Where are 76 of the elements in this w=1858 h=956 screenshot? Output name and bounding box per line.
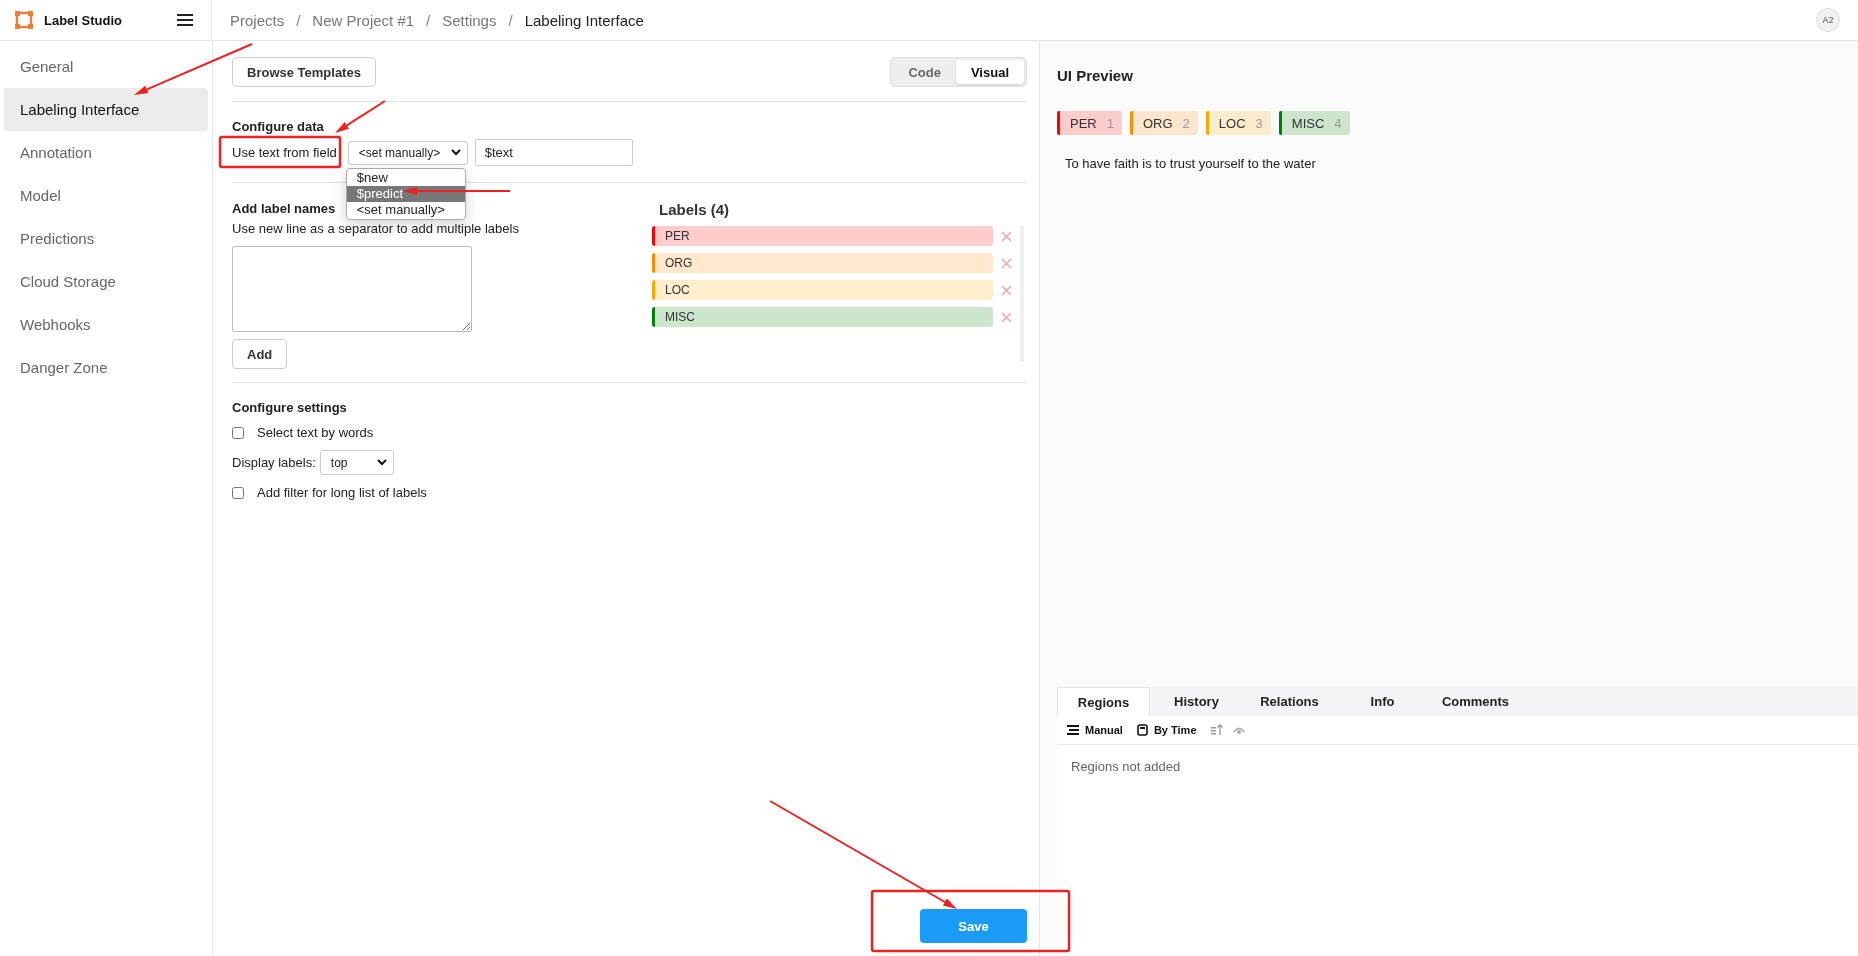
breadcrumb-separator: / bbox=[508, 11, 513, 29]
field-label: Display labels: bbox=[232, 455, 316, 470]
delete-button[interactable] bbox=[999, 228, 1014, 244]
browse-templates-button[interactable]: Browse Templates bbox=[232, 57, 376, 87]
hotkey-number: 4 bbox=[1334, 115, 1342, 131]
panel-tab[interactable]: Info bbox=[1336, 687, 1429, 716]
sample-text: To have faith is to trust yourself to the water bbox=[1065, 156, 1317, 171]
delete-button[interactable] bbox=[999, 255, 1014, 271]
sidebar-item[interactable]: Labeling Interface bbox=[4, 88, 208, 131]
sidebar-item[interactable]: Danger Zone bbox=[4, 346, 208, 389]
caret-icon bbox=[376, 459, 387, 466]
label-name: MISC bbox=[665, 310, 695, 324]
logo-icon bbox=[15, 11, 33, 29]
view-mode-tab[interactable]: Code bbox=[893, 60, 956, 84]
sidebar-item[interactable]: Model bbox=[4, 174, 208, 217]
panel-tab[interactable]: Relations bbox=[1243, 687, 1336, 716]
field-input[interactable]: $text bbox=[474, 139, 633, 166]
app-title: Label Studio bbox=[44, 12, 122, 28]
section-heading: Configure data bbox=[232, 119, 325, 134]
menu-button[interactable] bbox=[175, 12, 195, 28]
tag-name: ORG bbox=[1142, 115, 1173, 131]
field-select[interactable]: <set manually> bbox=[347, 140, 468, 165]
dropdown-option[interactable]: $predict bbox=[346, 185, 465, 202]
sidebar-item[interactable]: Webhooks bbox=[4, 303, 208, 346]
field-label: Use text from field bbox=[232, 145, 337, 160]
empty-message: Regions not added bbox=[1070, 758, 1182, 776]
label-tag[interactable]: ORG 2 bbox=[1129, 111, 1198, 135]
dropdown-option[interactable]: $new bbox=[346, 169, 465, 186]
tag-name: LOC bbox=[1218, 115, 1246, 131]
caret-icon bbox=[450, 149, 461, 156]
hotkey-number: 3 bbox=[1255, 115, 1263, 131]
sort-button[interactable]: Manual bbox=[1067, 724, 1127, 736]
preview-title: UI Preview bbox=[1057, 67, 1134, 84]
breadcrumb-link[interactable]: Projects bbox=[230, 11, 285, 29]
hotkey-number: 2 bbox=[1182, 115, 1190, 131]
label-names-field[interactable] bbox=[232, 246, 472, 332]
eye-icon bbox=[1232, 725, 1245, 735]
hint-text: Use new line as a separator to add multiple labels bbox=[232, 221, 519, 236]
checkbox[interactable] bbox=[232, 486, 244, 499]
delete-button[interactable] bbox=[999, 309, 1014, 325]
checkbox-label: Add filter for long list of labels bbox=[257, 485, 427, 500]
sort-order-icon bbox=[1210, 724, 1223, 736]
labels-heading: Labels (4) bbox=[659, 201, 731, 218]
dropdown-option[interactable]: <set manually> bbox=[346, 201, 465, 218]
panel-tab[interactable]: Regions bbox=[1057, 687, 1150, 716]
view-mode-tab[interactable]: Visual bbox=[955, 60, 1024, 84]
calendar-icon bbox=[1136, 724, 1148, 736]
tag-name: PER bbox=[1070, 115, 1097, 131]
breadcrumb-link[interactable]: Settings bbox=[442, 11, 497, 29]
sidebar-item[interactable]: Annotation bbox=[4, 131, 208, 174]
label-name: PER bbox=[665, 229, 690, 243]
label-tag[interactable]: LOC 3 bbox=[1205, 111, 1271, 135]
label-tag[interactable]: MISC 4 bbox=[1278, 111, 1350, 135]
delete-button[interactable] bbox=[999, 282, 1014, 298]
label-tag[interactable]: PER 1 bbox=[1057, 111, 1122, 135]
sidebar-item[interactable]: General bbox=[4, 45, 208, 88]
checkbox-label: Select text by words bbox=[257, 425, 374, 440]
tag-name: MISC bbox=[1291, 115, 1325, 131]
checkbox[interactable] bbox=[232, 426, 244, 439]
panel-tab[interactable]: History bbox=[1150, 687, 1243, 716]
sidebar-item[interactable]: Cloud Storage bbox=[4, 260, 208, 303]
section-heading: Add label names bbox=[232, 201, 336, 216]
breadcrumb-link[interactable]: New Project #1 bbox=[312, 11, 415, 29]
sidebar-item[interactable]: Predictions bbox=[4, 217, 208, 260]
display-labels-select[interactable]: top bbox=[319, 450, 394, 475]
breadcrumb-separator: / bbox=[426, 11, 431, 29]
list-icon bbox=[1067, 725, 1079, 735]
annotation-arrow bbox=[335, 100, 386, 133]
sort-button[interactable]: By Time bbox=[1136, 724, 1201, 736]
label-name: ORG bbox=[665, 256, 693, 270]
hotkey-number: 1 bbox=[1106, 115, 1114, 131]
add-button[interactable]: Add bbox=[232, 339, 288, 369]
section-heading: Configure settings bbox=[232, 400, 348, 415]
breadcrumb-separator: / bbox=[296, 11, 301, 29]
panel-tab[interactable]: Comments bbox=[1429, 687, 1522, 716]
label-name: LOC bbox=[665, 283, 690, 297]
